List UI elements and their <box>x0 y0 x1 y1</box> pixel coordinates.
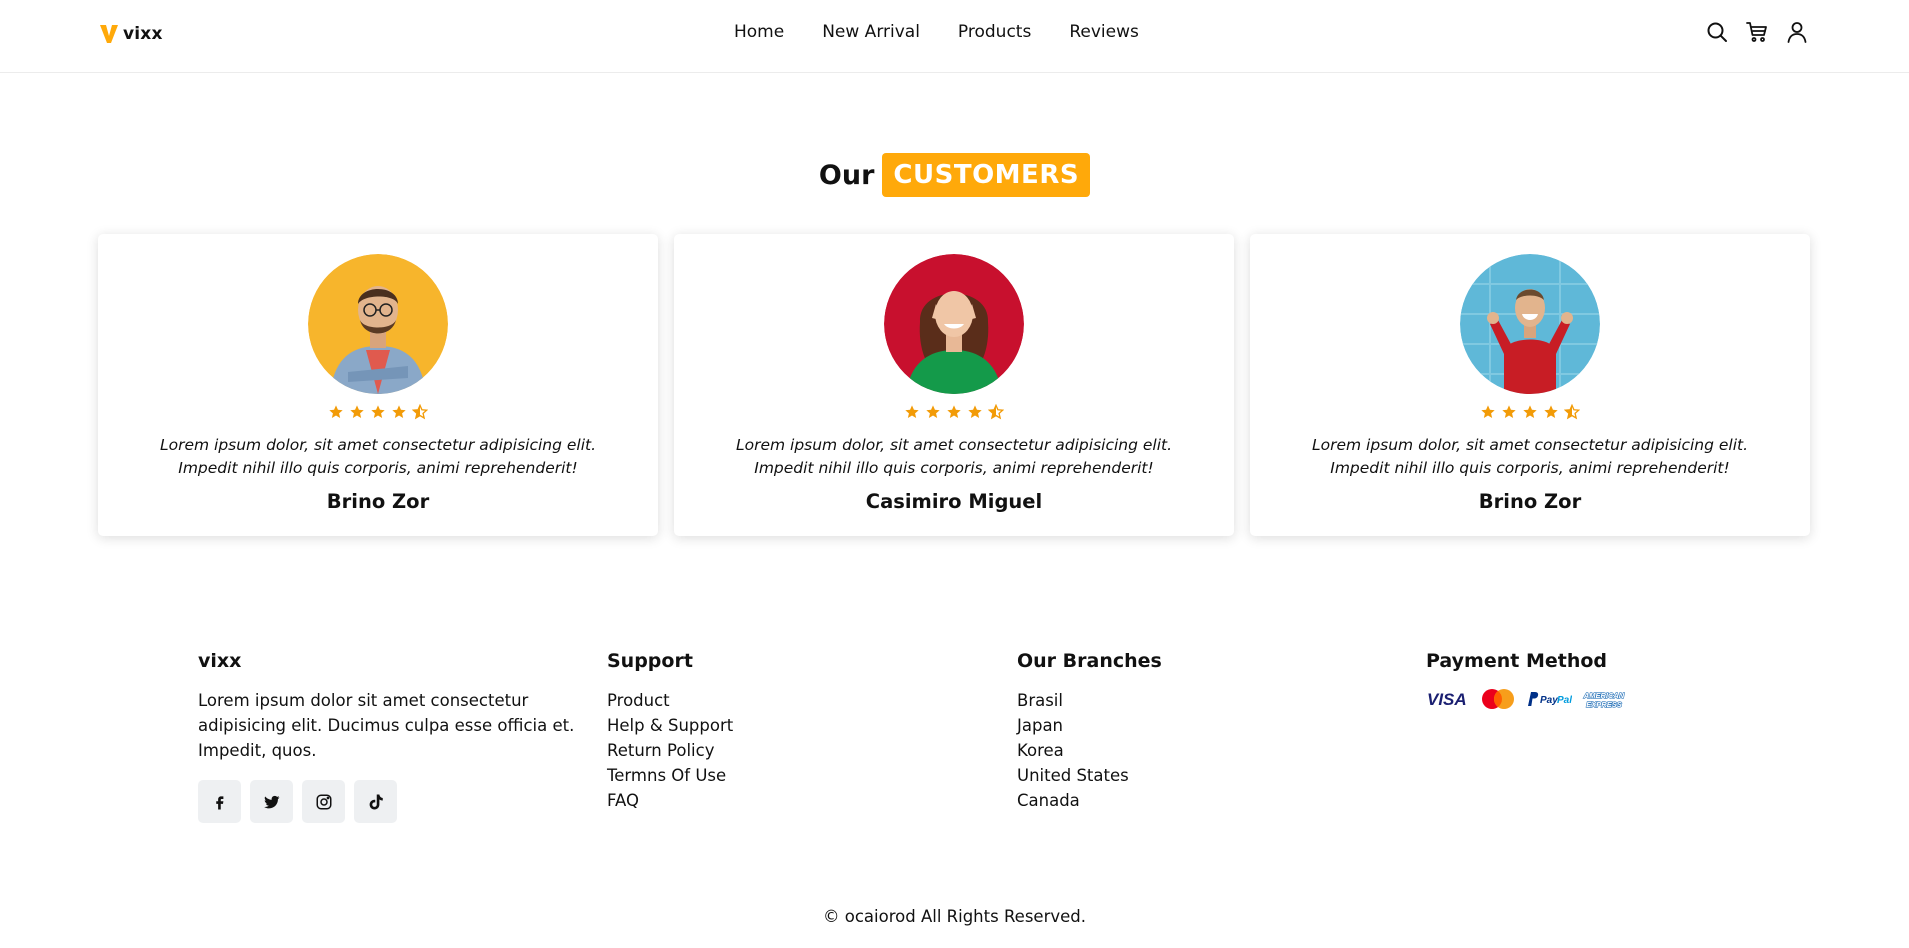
title-prefix: Our <box>818 159 875 191</box>
footer-about-text: Lorem ipsum dolor sit amet consectetur a… <box>198 691 575 760</box>
svg-text:AMERICAN: AMERICAN <box>1583 691 1625 700</box>
star-icon <box>329 405 343 418</box>
paypal-icon: Pay Pal <box>1528 692 1572 706</box>
star-icon <box>926 405 940 418</box>
social-links <box>198 780 578 823</box>
testimonial-quote: Lorem ipsum dolor, sit amet consectetur … <box>1311 436 1749 477</box>
customer-name: Brino Zor <box>1478 490 1582 513</box>
mastercard-icon <box>1482 689 1514 709</box>
site-header: vixx Home New Arrival Products Reviews <box>0 0 1909 73</box>
search-icon[interactable] <box>1705 20 1729 44</box>
testimonial-quote: Lorem ipsum dolor, sit amet consectetur … <box>159 436 597 477</box>
section-title: Our CUSTOMERS <box>0 153 1909 197</box>
footer-branches-title: Our Branches <box>1017 650 1162 672</box>
star-icon <box>392 405 406 418</box>
svg-text:VISA: VISA <box>1427 690 1467 709</box>
branch-united-states[interactable]: United States <box>1017 763 1162 788</box>
footer-link-return-policy[interactable]: Return Policy <box>607 738 733 763</box>
header-actions <box>1705 20 1809 44</box>
rating-stars <box>674 404 1234 420</box>
star-icon <box>947 405 961 418</box>
customer-avatar <box>1460 254 1600 394</box>
amex-icon: AMERICAN EXPRESS <box>1582 690 1625 709</box>
facebook-button[interactable] <box>198 780 241 823</box>
footer-link-help-support[interactable]: Help & Support <box>607 713 733 738</box>
footer-link-terms[interactable]: Termns Of Use <box>607 763 733 788</box>
logo-v-icon <box>100 25 118 43</box>
instagram-button[interactable] <box>302 780 345 823</box>
star-icon <box>1544 405 1558 418</box>
customer-avatar <box>884 254 1024 394</box>
nav-reviews[interactable]: Reviews <box>1069 22 1139 42</box>
star-half-icon <box>1564 404 1580 420</box>
testimonial-card: Lorem ipsum dolor, sit amet consectetur … <box>674 234 1234 536</box>
site-footer: vixx Lorem ipsum dolor sit amet consecte… <box>198 650 1838 830</box>
customer-name: Brino Zor <box>326 490 430 513</box>
star-icon <box>1481 405 1495 418</box>
branch-japan[interactable]: Japan <box>1017 713 1162 738</box>
branch-canada[interactable]: Canada <box>1017 788 1162 813</box>
instagram-icon <box>316 794 331 809</box>
testimonial-card: Lorem ipsum dolor, sit amet consectetur … <box>98 234 658 536</box>
brand-logo[interactable]: vixx <box>99 22 163 46</box>
star-icon <box>371 405 385 418</box>
footer-support-title: Support <box>607 650 693 672</box>
nav-products[interactable]: Products <box>958 22 1031 42</box>
facebook-icon <box>215 795 223 809</box>
rating-stars <box>1250 404 1810 420</box>
tiktok-icon <box>369 794 383 809</box>
visa-icon: VISA <box>1427 690 1467 709</box>
footer-link-product[interactable]: Product <box>607 688 733 713</box>
footer-branches: Our Branches Brasil Japan Korea United S… <box>1017 650 1162 813</box>
testimonial-card: Lorem ipsum dolor, sit amet consectetur … <box>1250 234 1810 536</box>
footer-about: vixx Lorem ipsum dolor sit amet consecte… <box>198 650 578 823</box>
nav-new-arrival[interactable]: New Arrival <box>822 22 920 42</box>
copyright-text: © ocaiorod All Rights Reserved. <box>823 907 1086 926</box>
svg-text:Pal: Pal <box>1557 695 1572 706</box>
footer-brand: vixx <box>198 650 242 672</box>
twitter-button[interactable] <box>250 780 293 823</box>
brand-name: vixx <box>123 24 163 44</box>
footer-payment-title: Payment Method <box>1426 650 1608 672</box>
branch-korea[interactable]: Korea <box>1017 738 1162 763</box>
svg-text:EXPRESS: EXPRESS <box>1586 700 1621 709</box>
footer-support: Support Product Help & Support Return Po… <box>607 650 733 813</box>
title-highlight: CUSTOMERS <box>882 153 1091 197</box>
star-icon <box>1502 405 1516 418</box>
user-icon[interactable] <box>1785 20 1809 44</box>
rating-stars <box>98 404 658 420</box>
star-half-icon <box>412 404 428 420</box>
star-icon <box>905 405 919 418</box>
testimonial-quote: Lorem ipsum dolor, sit amet consectetur … <box>735 436 1173 477</box>
star-icon <box>968 405 982 418</box>
payment-methods: VISA Pay Pal AMERICAN EXPRESS <box>1426 688 1626 710</box>
svg-text:Pay: Pay <box>1540 695 1558 706</box>
branch-brasil[interactable]: Brasil <box>1017 688 1162 713</box>
footer-link-faq[interactable]: FAQ <box>607 788 733 813</box>
tiktok-button[interactable] <box>354 780 397 823</box>
cart-icon[interactable] <box>1745 20 1769 44</box>
nav-home[interactable]: Home <box>734 22 784 42</box>
star-icon <box>350 405 364 418</box>
customer-avatar <box>308 254 448 394</box>
twitter-icon <box>263 795 279 808</box>
star-icon <box>1523 405 1537 418</box>
customer-name: Casimiro Miguel <box>865 490 1043 513</box>
footer-payment: Payment Method VISA Pay Pal AMERICAN EXP… <box>1426 650 1626 710</box>
main-nav: Home New Arrival Products Reviews <box>734 22 1139 42</box>
testimonials-list: Lorem ipsum dolor, sit amet consectetur … <box>98 234 1810 536</box>
star-half-icon <box>988 404 1004 420</box>
